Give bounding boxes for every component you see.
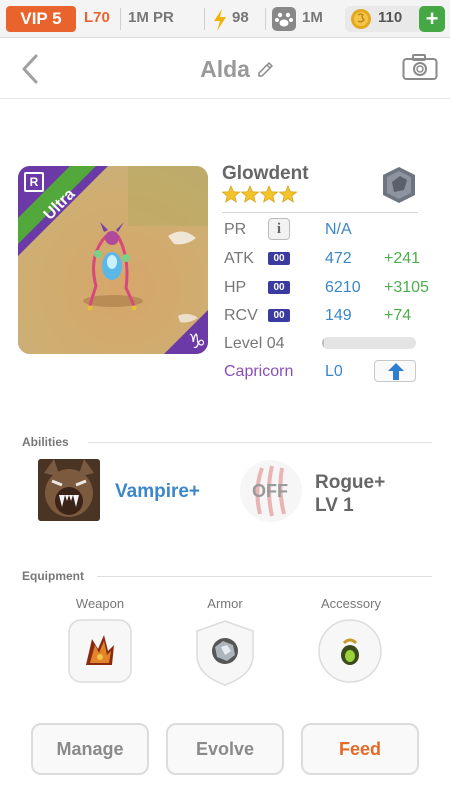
- stat-badge-rcv: 00: [268, 309, 290, 322]
- stat-bonus-atk: +241: [384, 250, 421, 267]
- weapon-label: Weapon: [75, 596, 125, 611]
- weapon-slot[interactable]: [68, 619, 132, 683]
- stat-badge-atk: 00: [268, 252, 290, 265]
- armor-label: Armor: [207, 596, 243, 611]
- zodiac-corner: ♑: [164, 310, 208, 354]
- player-pr: 1M PR: [128, 9, 174, 26]
- coin-icon: [351, 9, 371, 29]
- arrow-up-icon: [388, 363, 404, 380]
- manage-button[interactable]: Manage: [31, 723, 149, 775]
- earth-element-icon: [383, 167, 415, 203]
- player-level: L70: [84, 9, 110, 26]
- abilities-section-label: Abilities: [22, 435, 69, 449]
- capricorn-icon: ♑: [188, 329, 206, 353]
- level-progress-fill: [322, 337, 324, 349]
- stat-badge-hp: 00: [268, 281, 290, 294]
- zodiac-upgrade-button[interactable]: [374, 360, 416, 382]
- ability-name-secondary[interactable]: Rogue+: [315, 472, 385, 494]
- monster-portrait[interactable]: R Ultra ♑: [18, 166, 208, 354]
- stat-label-atk: ATK: [224, 250, 254, 267]
- ability-level-secondary: LV 1: [315, 495, 354, 516]
- zodiac-level: L0: [325, 363, 343, 380]
- level-label: Level 04: [224, 335, 285, 352]
- armor-icon: [196, 620, 254, 686]
- armor-slot[interactable]: [193, 619, 257, 686]
- stat-label-pr: PR: [224, 221, 247, 238]
- lightning-icon: [214, 9, 226, 31]
- divider: [222, 212, 418, 213]
- ability-name-primary[interactable]: Vampire+: [115, 481, 200, 503]
- rarity-badge: R: [24, 172, 44, 192]
- stat-bonus-hp: +3105: [384, 279, 429, 296]
- zodiac-name[interactable]: Capricorn: [224, 363, 293, 381]
- stat-label-rcv: RCV: [224, 307, 258, 324]
- weapon-icon: [68, 619, 132, 683]
- divider: [120, 8, 121, 30]
- stat-value-rcv: 149: [325, 307, 352, 324]
- pr-info-button[interactable]: i: [268, 218, 290, 240]
- stat-label-hp: HP: [224, 279, 247, 296]
- paw-count: 1M: [302, 9, 323, 26]
- equipment-section-label: Equipment: [22, 569, 84, 583]
- paw-icon: [272, 7, 296, 31]
- stat-bonus-rcv: +74: [384, 307, 412, 324]
- level-progress-bar: [322, 337, 416, 349]
- werewolf-icon: [38, 459, 100, 521]
- divider: [265, 8, 266, 30]
- accessory-slot[interactable]: [318, 619, 382, 683]
- camera-icon[interactable]: [402, 53, 438, 81]
- feed-button[interactable]: Feed: [301, 723, 419, 775]
- stat-value-hp: 6210: [325, 279, 361, 296]
- accessory-label: Accessory: [321, 596, 381, 611]
- stat-value-atk: 472: [325, 250, 352, 267]
- vampire-ability-icon[interactable]: [38, 459, 100, 521]
- star-rating: [222, 185, 298, 203]
- page-title: Alda: [200, 56, 250, 82]
- add-coins-button[interactable]: +: [419, 6, 445, 32]
- coin-count: 110: [378, 9, 403, 26]
- accessory-icon: [318, 619, 382, 683]
- ability-state: OFF: [252, 481, 288, 501]
- vip-badge[interactable]: VIP 5: [6, 6, 76, 32]
- divider: [88, 442, 432, 443]
- divider: [97, 576, 432, 577]
- energy-count: 98: [232, 9, 249, 26]
- stat-value-pr: N/A: [325, 221, 352, 238]
- edit-icon[interactable]: [256, 59, 274, 77]
- divider: [204, 8, 205, 30]
- monster-name: Glowdent: [222, 163, 309, 184]
- status-bar: VIP 5 L70 1M PR 98 1M 110 +: [0, 0, 450, 38]
- evolve-button[interactable]: Evolve: [166, 723, 284, 775]
- header: Alda: [0, 39, 450, 99]
